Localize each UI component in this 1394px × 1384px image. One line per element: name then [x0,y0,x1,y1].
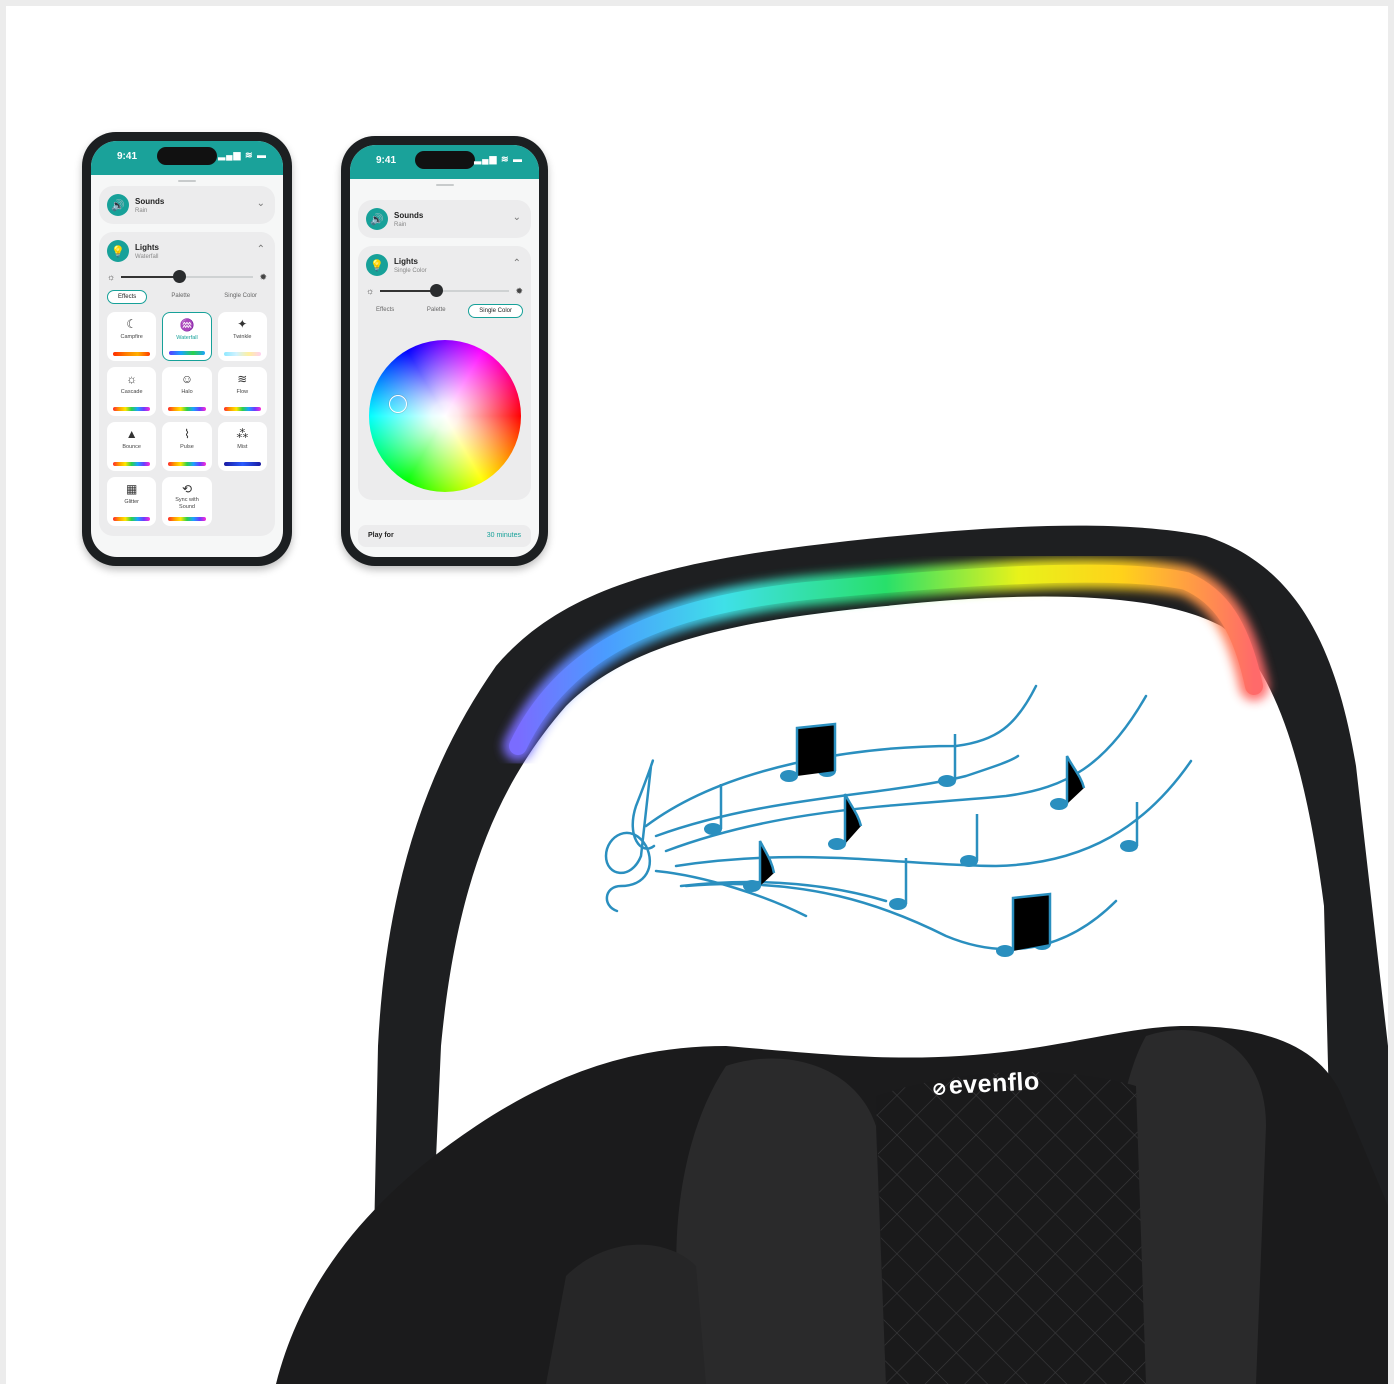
play-for-row[interactable]: Play for 30 minutes [358,525,531,547]
sounds-card[interactable]: 🔊 Sounds Rain ⌄ [358,200,531,238]
effects-grid: ☾ Campfire ♒ Waterfall ✦ Twinkle ☼ Cascade ☺… [107,312,267,526]
brightness-high-icon: ✹ [515,286,523,296]
sounds-card[interactable]: 🔊 Sounds Rain ⌄ [99,186,275,224]
brightness-low-icon: ☼ [107,272,116,282]
effect-glitter[interactable]: ▦ Glitter [107,477,157,526]
effect-twinkle[interactable]: ✦ Twinkle [217,312,267,361]
effect-label: Campfire [120,334,143,340]
effect-label: Twinkle [233,334,252,340]
lights-title: Lights [135,242,159,252]
seat-body [276,1026,1388,1384]
pulse-icon: ⌇ [184,427,190,441]
effect-cascade[interactable]: ☼ Cascade [107,367,157,416]
bulb-icon: 💡 [366,254,388,276]
brightness-slider[interactable]: ☼ ✹ [107,270,267,284]
tab-palette[interactable]: Palette [417,304,456,318]
brightness-high-icon: ✹ [259,272,267,282]
bounce-icon: ▲ [125,427,138,441]
dynamic-island [157,147,217,165]
chevron-down-icon[interactable]: ⌄ [513,212,521,223]
signal-wifi-battery-icon: ▂▄▆ ≋ ▬ [218,150,267,160]
effect-label: Flow [236,389,249,395]
effect-label: Sync with Sound [175,497,199,510]
effect-label: Cascade [120,389,143,395]
product-image: ⊘evenflo 9:41 ▂▄▆ ≋ ▬ 🔊 Sounds Rain ⌄ 💡 L… [6,6,1388,1384]
lights-subtitle: Single Color [394,267,427,274]
color-wheel[interactable] [368,340,521,492]
glitter-icon: ▦ [125,482,138,496]
brand-mark-icon: ⊘ [931,1079,948,1099]
color-picker-handle[interactable] [388,395,407,413]
sounds-subtitle: Rain [135,207,148,214]
effect-label: Pulse [180,444,194,450]
status-time: 9:41 [117,151,138,162]
light-mode-tabs: Effects Palette Single Color [107,290,267,304]
sounds-title: Sounds [394,210,424,220]
status-time: 9:41 [376,155,397,166]
signal-wifi-battery-icon: ▂▄▆ ≋ ▬ [474,154,523,164]
light-mode-tabs: Effects Palette Single Color [366,304,523,318]
effect-flow[interactable]: ≋ Flow [217,367,267,416]
note-stems [719,722,1139,951]
sounds-title: Sounds [135,196,165,206]
status-bar: 9:41 ▂▄▆ ≋ ▬ [350,145,539,179]
brightness-slider[interactable]: ☼ ✹ [366,284,523,298]
lights-card: 💡 Lights Single Color ⌃ ☼ ✹ Effects Palet… [358,246,531,500]
phone-screen: 9:41 ▂▄▆ ≋ ▬ 🔊 Sounds Rain ⌄ 💡 Lights Sing… [350,145,539,557]
effect-label: Mist [237,444,248,450]
effect-label: Bounce [122,444,141,450]
chevron-up-icon[interactable]: ⌃ [257,244,265,255]
tab-single-color[interactable]: Single Color [468,304,523,318]
sheet-handle[interactable] [178,180,196,182]
waterfall-icon: ♒ [179,318,195,332]
status-bar: 9:41 ▂▄▆ ≋ ▬ [91,141,283,175]
effect-bounce[interactable]: ▲ Bounce [107,422,157,471]
moon-icon: ☾ [126,317,138,331]
chevron-down-icon[interactable]: ⌄ [257,198,265,209]
chevron-up-icon[interactable]: ⌃ [513,258,521,269]
tab-effects[interactable]: Effects [107,290,148,304]
lights-card: 💡 Lights Waterfall ⌃ ☼ ✹ Effects Palette … [99,232,275,536]
dynamic-island [414,151,475,169]
bulb-icon: 💡 [107,240,129,262]
sheet-handle[interactable] [435,184,454,186]
droplets-icon: ⁂ [236,427,249,441]
effect-sync-with-sound[interactable]: ⟲ Sync with Sound [162,477,212,526]
play-for-value[interactable]: 30 minutes [487,532,521,539]
phone-effects: 9:41 ▂▄▆ ≋ ▬ 🔊 Sounds Rain ⌄ 💡 Lights Wate… [82,132,292,566]
effect-mist[interactable]: ⁂ Mist [217,422,267,471]
sun-icon: ☼ [126,372,138,386]
smiley-icon: ☺ [180,372,194,386]
play-for-label: Play for [368,532,394,539]
effect-halo[interactable]: ☺ Halo [162,367,212,416]
effect-campfire[interactable]: ☾ Campfire [107,312,157,361]
effect-waterfall[interactable]: ♒ Waterfall [162,312,212,361]
effect-pulse[interactable]: ⌇ Pulse [162,422,212,471]
tab-effects[interactable]: Effects [366,304,404,318]
phone-single-color: 9:41 ▂▄▆ ≋ ▬ 🔊 Sounds Rain ⌄ 💡 Lights Sing… [341,136,548,566]
sync-icon: ⟲ [181,482,193,496]
brightness-low-icon: ☼ [366,286,375,296]
sounds-subtitle: Rain [394,221,407,228]
phone-screen: 9:41 ▂▄▆ ≋ ▬ 🔊 Sounds Rain ⌄ 💡 Lights Wate… [91,141,283,557]
slider-knob[interactable] [173,270,186,283]
brand-logo: ⊘evenflo [931,1067,1041,1100]
speaker-icon: 🔊 [107,194,129,216]
effect-label: Waterfall [176,335,198,341]
effect-label: Halo [181,389,193,395]
slider-knob[interactable] [430,284,443,297]
effect-label: Glitter [124,499,139,505]
lights-title: Lights [394,256,418,266]
speaker-icon: 🔊 [366,208,388,230]
waves-icon: ≋ [237,372,248,386]
tab-single-color[interactable]: Single Color [214,290,267,304]
twinkle-icon: ✦ [237,317,248,331]
lights-subtitle: Waterfall [135,253,159,260]
tab-palette[interactable]: Palette [161,290,200,304]
